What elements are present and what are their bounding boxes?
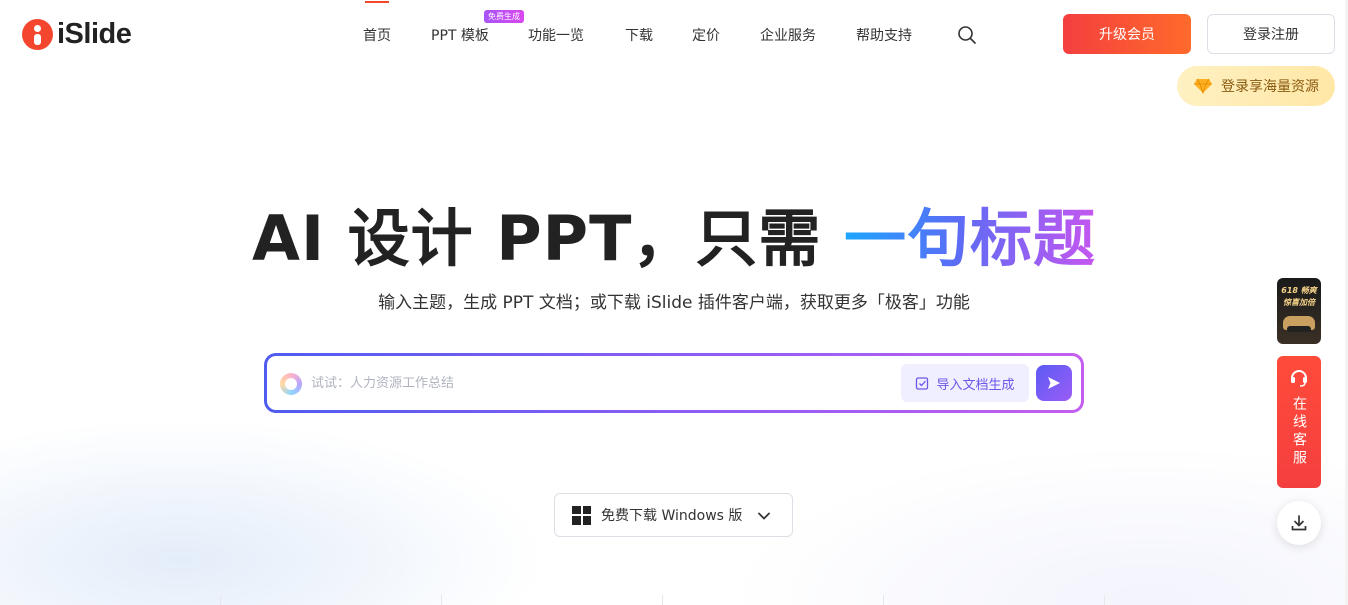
hero-background — [0, 300, 1348, 605]
nav-item-download[interactable]: 下载 — [625, 25, 653, 45]
login-tip[interactable]: 登录享海量资源 — [1177, 66, 1335, 106]
nav-item-pricing[interactable]: 定价 — [692, 25, 720, 45]
import-document-label: 导入文档生成 — [936, 377, 1015, 393]
topic-input[interactable] — [311, 370, 891, 396]
hero-subtitle: 输入主题，生成 PPT 文档；或下载 iSlide 插件客户端，获取更多「极客」… — [378, 293, 970, 313]
logo-text: iSlide — [57, 18, 132, 50]
search-icon[interactable] — [957, 25, 977, 45]
ai-search-box: 导入文档生成 — [264, 353, 1084, 413]
hero-title-plain: AI 设计 PPT，只需 — [251, 202, 822, 275]
nav-item-ppt-templates[interactable]: PPT 模板 — [431, 25, 489, 45]
nav-item-features[interactable]: 功能一览 — [528, 25, 584, 45]
nav-item-help[interactable]: 帮助支持 — [856, 25, 912, 45]
import-document-button[interactable]: 导入文档生成 — [901, 364, 1029, 402]
upgrade-button[interactable]: 升级会员 — [1063, 14, 1191, 54]
edit-doc-icon — [916, 376, 929, 390]
download-windows-label: 免费下载 Windows 版 — [601, 508, 743, 524]
download-icon — [1291, 515, 1307, 531]
login-register-button[interactable]: 登录注册 — [1207, 14, 1335, 54]
headset-icon — [1291, 370, 1307, 387]
online-service-label: 在线客服 — [1291, 396, 1307, 468]
islide-logo-icon — [22, 19, 53, 50]
login-tip-text: 登录享海量资源 — [1221, 79, 1319, 95]
logo[interactable]: iSlide — [22, 18, 132, 51]
promo-618-banner[interactable]: 618 畅爽 惊喜加倍 — [1277, 278, 1321, 344]
chevron-down-icon[interactable] — [756, 508, 772, 524]
send-button[interactable] — [1036, 365, 1072, 401]
free-generate-badge: 免费生成 — [484, 10, 524, 23]
nav-item-home[interactable]: 首页 — [363, 1, 391, 45]
promo-text: 618 畅爽 惊喜加倍 — [1281, 286, 1317, 307]
online-service-button[interactable]: 在线客服 — [1277, 356, 1321, 488]
top-header: iSlide 首页 PPT 模板 免费生成 功能一览 下载 定价 企业服务 帮助… — [0, 0, 1348, 68]
nav-item-enterprise[interactable]: 企业服务 — [760, 25, 816, 45]
ai-orb-icon — [280, 373, 302, 395]
promo-car-image — [1283, 316, 1315, 332]
download-windows-button[interactable]: 免费下载 Windows 版 — [554, 493, 793, 537]
download-float-button[interactable] — [1277, 501, 1321, 545]
diamond-icon — [1194, 78, 1212, 94]
hero-title-highlight: 一句标题 — [843, 202, 1096, 275]
hero-title: AI 设计 PPT，只需 一句标题 — [0, 188, 1348, 278]
send-icon — [1048, 377, 1060, 389]
windows-icon — [572, 505, 591, 525]
